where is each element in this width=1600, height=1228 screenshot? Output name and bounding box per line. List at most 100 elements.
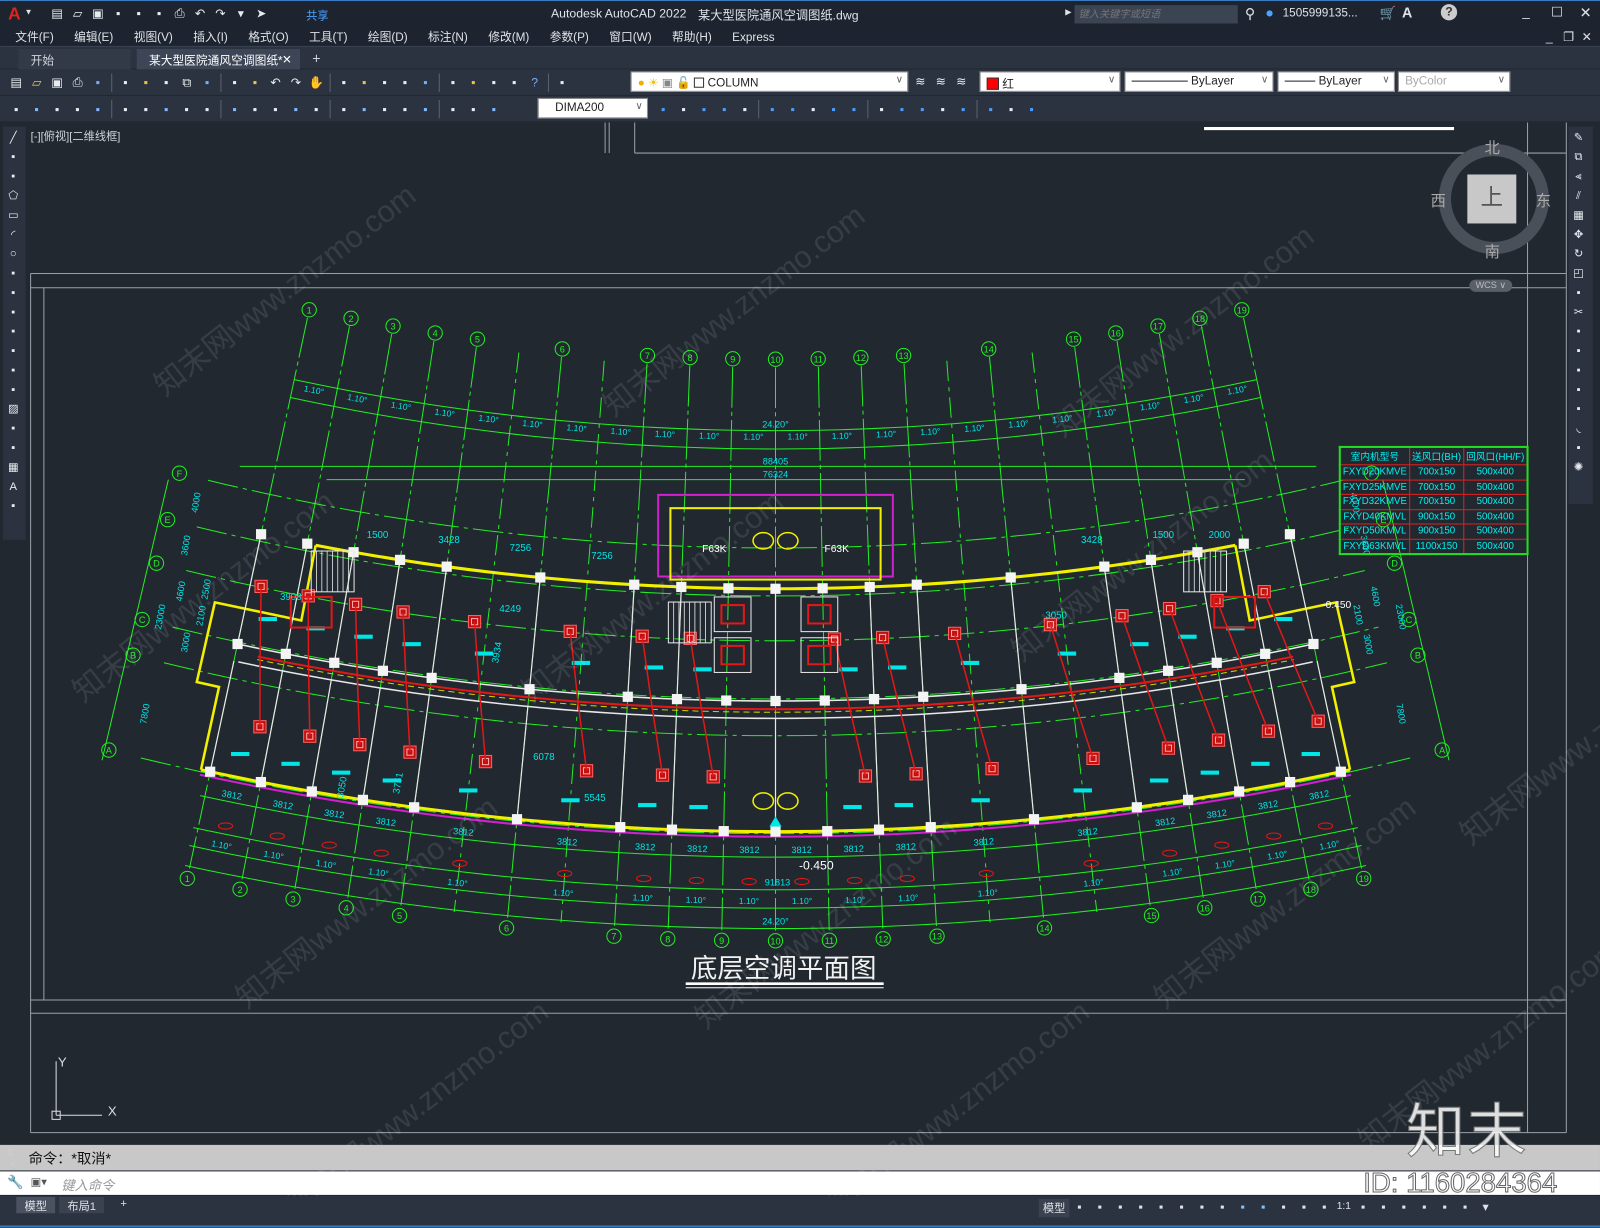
ordinate-icon[interactable]: ▪ <box>138 101 154 117</box>
selection-cycling-icon[interactable]: ▪ <box>1255 1199 1271 1215</box>
new-icon[interactable]: ▤ <box>8 74 24 90</box>
clean-icon[interactable]: ▪ <box>955 101 971 117</box>
snap-icon[interactable]: ▪ <box>1092 1199 1108 1215</box>
layer-unlock-icon[interactable]: 🔓 <box>676 78 691 90</box>
share-button[interactable]: 共享 <box>306 7 328 23</box>
menu-item[interactable]: 文件(F) <box>15 27 53 45</box>
annotation-monitor-icon[interactable]: ▪ <box>1375 1199 1391 1215</box>
radius-icon[interactable]: ▪ <box>158 101 174 117</box>
publish-icon[interactable]: ▪ <box>117 74 133 90</box>
pan-icon[interactable]: ✋ <box>308 74 324 90</box>
tab-start[interactable]: 开始 <box>18 49 130 69</box>
construction-line-icon[interactable]: ▪ <box>5 149 21 165</box>
compass-west[interactable]: 西 <box>1431 190 1446 211</box>
undo-icon[interactable]: ↶ <box>267 74 283 90</box>
imprint-icon[interactable]: ▪ <box>894 101 910 117</box>
tolerance-icon[interactable]: ▪ <box>356 101 372 117</box>
open-web-icon[interactable]: ▪ <box>131 5 147 21</box>
scale-icon[interactable]: ◰ <box>1570 265 1586 281</box>
color-edge-icon[interactable]: ▪ <box>914 101 930 117</box>
layer-properties-icon[interactable]: ▪ <box>554 74 570 90</box>
doc-minimize-button[interactable]: _ <box>1546 28 1553 44</box>
menu-item[interactable]: 标注(N) <box>428 27 468 45</box>
spline-icon[interactable]: ▪ <box>5 285 21 301</box>
isodraw-icon[interactable]: ▪ <box>1153 1199 1169 1215</box>
dim-edit-icon[interactable]: ▪ <box>445 101 461 117</box>
transparency-icon[interactable]: ▪ <box>1235 1199 1251 1215</box>
diameter-icon[interactable]: ▪ <box>199 101 215 117</box>
search-expand-icon[interactable]: ▶ <box>1065 7 1071 16</box>
revision-cloud-icon[interactable]: ▪ <box>5 265 21 281</box>
point-icon[interactable]: ▪ <box>5 382 21 398</box>
center-mark-icon[interactable]: ▪ <box>377 101 393 117</box>
chamfer-icon[interactable]: ▪ <box>1570 401 1586 417</box>
doc-restore-button[interactable]: ❐ <box>1563 28 1574 44</box>
fullscreen-icon[interactable]: ▪ <box>1457 1199 1473 1215</box>
plot-icon[interactable]: ⎙ <box>69 74 85 90</box>
layer-thaw-icon[interactable]: ☀ <box>648 78 659 90</box>
command-grip-icon[interactable]: ▦ <box>6 1147 15 1158</box>
menu-item[interactable]: Express <box>732 30 774 44</box>
layer-dropdown[interactable]: ● ☀ ▣ 🔓 COLUMN∨ <box>631 71 909 91</box>
customize-icon[interactable]: ▾ <box>1477 1199 1493 1215</box>
trim-icon[interactable]: ✂ <box>1570 304 1586 320</box>
extrude-face-icon[interactable]: ▪ <box>716 101 732 117</box>
dim-text-edit-icon[interactable]: ▪ <box>465 101 481 117</box>
recent-commands-icon[interactable]: ▣▾ <box>31 1176 47 1189</box>
close-tab-icon[interactable]: ✕ <box>282 52 292 66</box>
object-snap-tracking-icon[interactable]: ▪ <box>1173 1199 1189 1215</box>
close-button[interactable]: ✕ <box>1580 4 1592 21</box>
make-current-layer-icon[interactable]: ≋ <box>912 73 928 89</box>
viewport-controls-label[interactable]: [-][俯视][二维线框] <box>31 128 121 144</box>
menu-item[interactable]: 帮助(H) <box>672 27 712 45</box>
copy-edge-icon[interactable]: ▪ <box>935 101 951 117</box>
autodesk-app-icon[interactable]: A <box>1402 4 1412 20</box>
redo-icon[interactable]: ↷ <box>288 74 304 90</box>
dim-override-icon[interactable]: ▪ <box>486 101 502 117</box>
layout-tab-model[interactable]: 模型 <box>16 1197 55 1213</box>
jogged-icon[interactable]: ▪ <box>179 101 195 117</box>
aligned-dim-icon[interactable]: ▪ <box>90 101 106 117</box>
match-properties-icon[interactable]: ▪ <box>227 74 243 90</box>
subtract-icon[interactable]: ▪ <box>676 101 692 117</box>
grid-icon[interactable]: ▪ <box>1071 1199 1087 1215</box>
open-icon[interactable]: ▱ <box>69 5 85 21</box>
layer-on-icon[interactable]: ● <box>638 78 645 90</box>
move-icon[interactable]: ✥ <box>1570 227 1586 243</box>
3d-print-icon[interactable]: ▪ <box>138 74 154 90</box>
plot-icon[interactable]: ⎙ <box>171 5 187 21</box>
search-input[interactable] <box>1074 5 1237 23</box>
dim-update-icon[interactable]: ▪ <box>8 101 24 117</box>
dim-style-icon[interactable]: ▪ <box>49 101 65 117</box>
compass-north[interactable]: 北 <box>1485 137 1500 158</box>
baseline-icon[interactable]: ▪ <box>267 101 283 117</box>
rotate-icon[interactable]: ↻ <box>1570 246 1586 262</box>
undo-icon[interactable]: ↶ <box>192 5 208 21</box>
rotate-face-icon[interactable]: ▪ <box>805 101 821 117</box>
viewcube-top-face[interactable]: 上 <box>1467 174 1516 223</box>
break-icon[interactable]: ▪ <box>1570 362 1586 378</box>
workspace-icon[interactable]: ▪ <box>1355 1199 1371 1215</box>
zoom-previous-icon[interactable]: ▪ <box>377 74 393 90</box>
extend-icon[interactable]: ▪ <box>1570 323 1586 339</box>
quick-dim-icon[interactable]: ▪ <box>247 101 263 117</box>
sheet-set-icon[interactable]: ▪ <box>465 74 481 90</box>
blend-curves-icon[interactable]: ▪ <box>1570 440 1586 456</box>
quick-properties-icon[interactable]: ▪ <box>1416 1199 1432 1215</box>
tool-palettes-icon[interactable]: ▪ <box>445 74 461 90</box>
line-icon[interactable]: ╱ <box>5 130 21 146</box>
linear-dim-icon[interactable]: ▪ <box>69 101 85 117</box>
tab-drawing[interactable]: 某大型医院通风空调图纸*✕ <box>137 49 300 69</box>
new-layout-button[interactable]: + <box>112 1197 135 1213</box>
copy-icon[interactable]: ⧉ <box>1570 149 1586 165</box>
annotation-scale-icon[interactable]: ▪ <box>1316 1199 1332 1215</box>
object-snap-icon[interactable]: ▪ <box>1194 1199 1210 1215</box>
dim-space-icon[interactable]: ▪ <box>308 101 324 117</box>
shell-icon[interactable]: ▪ <box>1003 101 1019 117</box>
plot-preview-icon[interactable]: ▪ <box>90 74 106 90</box>
move-face-icon[interactable]: ▪ <box>737 101 753 117</box>
cart-icon[interactable]: 🛒 <box>1380 5 1397 21</box>
hatch-icon[interactable]: ▨ <box>5 401 21 417</box>
ellipse-icon[interactable]: ▪ <box>5 304 21 320</box>
array-icon[interactable]: ▦ <box>1570 207 1586 223</box>
